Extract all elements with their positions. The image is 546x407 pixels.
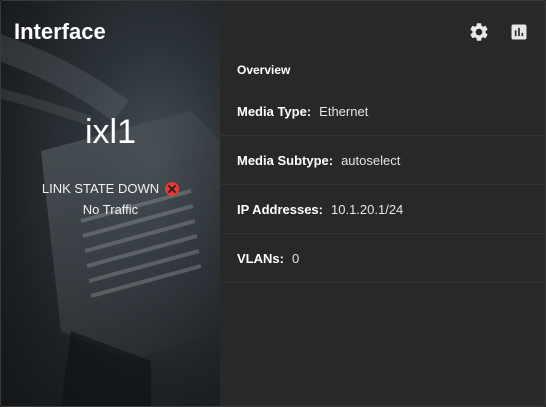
media-type-row: Media Type: Ethernet: [221, 87, 545, 136]
link-state-status: LINK STATE DOWN: [1, 181, 220, 196]
overview-heading: Overview: [237, 63, 291, 77]
interface-details-panel: Overview Media Type: Ethernet Media Subt…: [221, 1, 545, 406]
reports-button[interactable]: [507, 20, 531, 44]
media-subtype-row: Media Subtype: autoselect: [221, 136, 545, 185]
overview-list: Media Type: Ethernet Media Subtype: auto…: [221, 87, 545, 283]
traffic-status: No Traffic: [82, 202, 139, 217]
vlans-label: VLANs:: [237, 250, 284, 266]
ip-addresses-value: 10.1.20.1/24: [331, 201, 404, 217]
vlans-value: 0: [291, 250, 300, 266]
settings-button[interactable]: [467, 20, 491, 44]
interface-hero-panel: Interface ixl1 LINK STATE DOWN No Traffi…: [1, 1, 220, 406]
gear-icon: [470, 23, 488, 41]
error-x-icon: [165, 181, 180, 196]
interface-name: ixl1: [84, 113, 137, 151]
link-state-label: LINK STATE DOWN: [41, 181, 160, 196]
bar-chart-icon: [511, 24, 527, 40]
card-title: Interface: [14, 19, 106, 44]
card-toolbar: [467, 20, 531, 44]
media-type-label: Media Type:: [237, 103, 312, 119]
ip-addresses-label: IP Addresses:: [237, 201, 323, 217]
media-type-value: Ethernet: [319, 103, 369, 119]
vlans-row: VLANs: 0: [221, 234, 545, 283]
ip-addresses-row: IP Addresses: 10.1.20.1/24: [221, 185, 545, 234]
media-subtype-label: Media Subtype:: [237, 152, 334, 168]
media-subtype-value: autoselect: [341, 152, 401, 168]
interface-card: Interface ixl1 LINK STATE DOWN No Traffi…: [0, 0, 546, 407]
